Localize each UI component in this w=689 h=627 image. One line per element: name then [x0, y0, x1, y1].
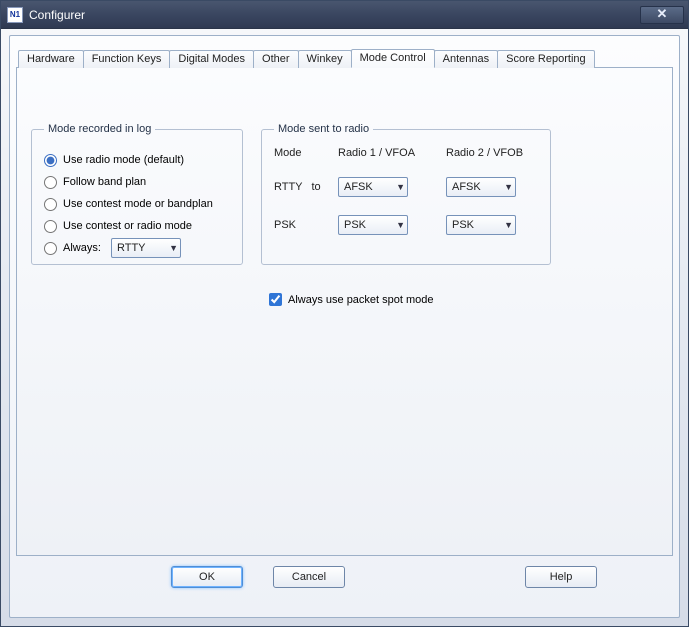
radio-follow-band-plan-label: Follow band plan: [63, 176, 146, 188]
packet-spot-label: Always use packet spot mode: [288, 294, 434, 306]
radio-contest-or-bandplan[interactable]: [44, 198, 57, 211]
rtty-radio1-value: AFSK: [344, 181, 373, 193]
chevron-down-icon: ▼: [169, 243, 178, 253]
packet-spot-checkbox[interactable]: [269, 293, 282, 306]
row-psk-label: PSK: [274, 219, 324, 231]
help-button[interactable]: Help: [525, 566, 597, 588]
always-mode-combo[interactable]: RTTY ▼: [111, 238, 181, 258]
group-mode-recorded: Mode recorded in log Use radio mode (def…: [31, 123, 243, 265]
app-icon: N1: [7, 7, 23, 23]
dialog-buttons: OK Cancel Help: [171, 566, 673, 588]
tab-other[interactable]: Other: [253, 50, 299, 68]
group-mode-sent: Mode sent to radio Mode Radio 1 / VFOA R…: [261, 123, 551, 265]
radio-always[interactable]: [44, 242, 57, 255]
rtty-radio1-combo[interactable]: AFSK ▼: [338, 177, 408, 197]
psk-radio1-combo[interactable]: PSK ▼: [338, 215, 408, 235]
tab-function-keys[interactable]: Function Keys: [83, 50, 171, 68]
col-radio2-header: Radio 2 / VFOB: [446, 147, 540, 159]
tab-digital-modes[interactable]: Digital Modes: [169, 50, 254, 68]
client-area: Hardware Function Keys Digital Modes Oth…: [9, 35, 680, 618]
window-title: Configurer: [29, 8, 640, 22]
mode-control-panel: Mode recorded in log Use radio mode (def…: [16, 68, 673, 556]
col-mode-header: Mode: [274, 147, 324, 159]
tab-mode-control[interactable]: Mode Control: [351, 49, 435, 68]
tab-hardware[interactable]: Hardware: [18, 50, 84, 68]
title-bar: N1 Configurer ✕: [1, 1, 688, 29]
configurer-window: N1 Configurer ✕ Hardware Function Keys D…: [0, 0, 689, 627]
psk-radio1-value: PSK: [344, 219, 366, 231]
ok-button[interactable]: OK: [171, 566, 243, 588]
radio-use-radio-mode-label: Use radio mode (default): [63, 154, 184, 166]
psk-radio2-combo[interactable]: PSK ▼: [446, 215, 516, 235]
tab-strip: Hardware Function Keys Digital Modes Oth…: [16, 46, 673, 68]
psk-radio2-value: PSK: [452, 219, 474, 231]
radio-contest-or-radio[interactable]: [44, 220, 57, 233]
radio-always-label: Always:: [63, 242, 111, 254]
close-button[interactable]: ✕: [640, 6, 684, 24]
cancel-button[interactable]: Cancel: [273, 566, 345, 588]
radio-contest-or-radio-label: Use contest or radio mode: [63, 220, 192, 232]
chevron-down-icon: ▼: [396, 182, 405, 192]
chevron-down-icon: ▼: [504, 182, 513, 192]
tab-antennas[interactable]: Antennas: [434, 50, 498, 68]
radio-contest-or-bandplan-label: Use contest mode or bandplan: [63, 198, 213, 210]
radio-follow-band-plan[interactable]: [44, 176, 57, 189]
radio-use-radio-mode[interactable]: [44, 154, 57, 167]
row-rtty-label: RTTY to: [274, 181, 324, 193]
rtty-radio2-value: AFSK: [452, 181, 481, 193]
chevron-down-icon: ▼: [396, 220, 405, 230]
chevron-down-icon: ▼: [504, 220, 513, 230]
rtty-radio2-combo[interactable]: AFSK ▼: [446, 177, 516, 197]
group-mode-recorded-legend: Mode recorded in log: [44, 123, 155, 135]
always-mode-value: RTTY: [117, 242, 146, 254]
group-mode-sent-legend: Mode sent to radio: [274, 123, 373, 135]
tab-winkey[interactable]: Winkey: [298, 50, 352, 68]
tab-score-reporting[interactable]: Score Reporting: [497, 50, 595, 68]
col-radio1-header: Radio 1 / VFOA: [338, 147, 432, 159]
